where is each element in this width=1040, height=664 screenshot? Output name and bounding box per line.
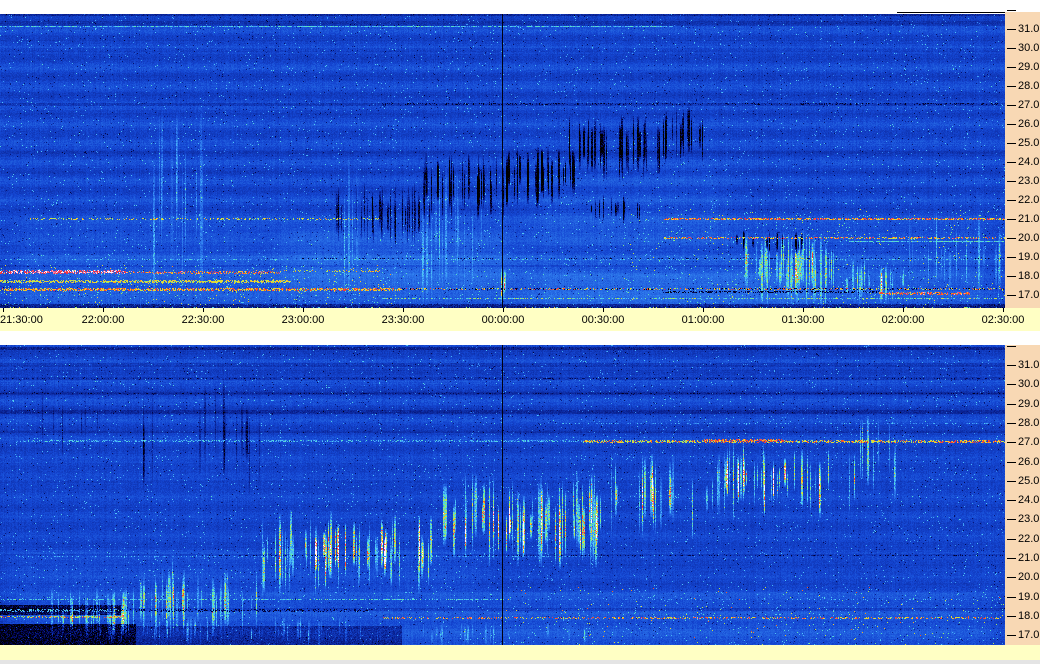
time-tick-label: 21:30:00 [0, 314, 43, 326]
freq-tick-label: 29.0 [1018, 61, 1040, 73]
freq-tick-label: 22.0 [1018, 194, 1040, 206]
time-tick-label: 01:30:00 [781, 314, 825, 326]
freq-tick [1007, 143, 1016, 144]
freq-tick [1007, 500, 1016, 501]
freq-tick [1007, 539, 1016, 540]
freq-tick [1007, 346, 1016, 347]
freq-tick [1007, 86, 1016, 87]
freq-tick [1007, 200, 1016, 201]
freq-tick-label: 30.0 [1018, 378, 1040, 390]
time-tick-label: 22:30:00 [181, 314, 225, 326]
time-tick-label: 01:00:00 [681, 314, 725, 326]
time-tick [203, 308, 204, 312]
freq-tick-label: 18.0 [1018, 270, 1040, 282]
freq-tick [1007, 577, 1016, 578]
freq-tick [1007, 295, 1016, 296]
freq-tick [1007, 384, 1016, 385]
freq-tick-label: 27.0 [1018, 99, 1040, 111]
freq-tick [1007, 48, 1016, 49]
freq-tick [1007, 105, 1016, 106]
freq-tick-label: 31.0 [1018, 359, 1040, 371]
freq-tick [1007, 462, 1016, 463]
freq-tick-label: 21.0 [1018, 552, 1040, 564]
freq-tick-label: 17.0 [1018, 289, 1040, 301]
freq-tick [1007, 616, 1016, 617]
footer-gray-strip [0, 660, 1040, 664]
frequency-axis-top: 31.0 30.0 29.0 28.0 27.0 26.0 25.0 24.0 23.0 22.0… [1005, 10, 1040, 308]
time-tick [903, 308, 904, 312]
freq-tick-label: 19.0 [1018, 591, 1040, 603]
freq-tick-label: 31.0 [1018, 23, 1040, 35]
freq-tick [1007, 67, 1016, 68]
freq-tick [1007, 29, 1016, 30]
freq-tick-label: 25.0 [1018, 475, 1040, 487]
freq-tick-label: 26.0 [1018, 456, 1040, 468]
freq-tick [1007, 558, 1016, 559]
spectrogram-top-rule [897, 12, 1016, 13]
frequency-axis-bottom: 31.0 30.0 29.0 28.0 27.0 26.0 25.0 24.0 23.0 22.0… [1005, 345, 1040, 645]
freq-tick [1007, 10, 1016, 11]
freq-tick [1007, 481, 1016, 482]
time-tick [503, 308, 504, 312]
freq-tick [1007, 124, 1016, 125]
freq-tick [1007, 635, 1016, 636]
time-tick-label: 23:00:00 [281, 314, 325, 326]
panel1-title: AJ4CO Observatory 07 Jul 2017 - DPS on T… [0, 0, 1040, 25]
time-tick-label: 00:30:00 [581, 314, 625, 326]
time-tick [1003, 308, 1004, 312]
time-tick [403, 308, 404, 312]
time-tick [3, 308, 4, 312]
freq-tick [1007, 365, 1016, 366]
freq-tick-label: 30.0 [1018, 42, 1040, 54]
bottom-time-strip [0, 645, 1040, 660]
freq-tick-label: 25.0 [1018, 137, 1040, 149]
spectrograph-window: AJ4CO Observatory 07 Jul 2017 - DPS on T… [0, 0, 1040, 664]
time-axis: 21:30:00 22:00:00 22:30:00 23:00:00 23:30:00… [0, 308, 1040, 331]
time-tick-label: 22:00:00 [81, 314, 125, 326]
time-tick [703, 308, 704, 312]
time-tick-label: 02:00:00 [881, 314, 925, 326]
spectrogram-lcp-rcp [0, 345, 1005, 645]
time-tick [603, 308, 604, 312]
freq-tick-label: 26.0 [1018, 118, 1040, 130]
freq-tick-label: 28.0 [1018, 80, 1040, 92]
spectrogram-rcp-lcp [0, 14, 1005, 308]
freq-tick [1007, 519, 1016, 520]
freq-tick-label: 20.0 [1018, 232, 1040, 244]
freq-tick [1007, 181, 1016, 182]
freq-tick [1007, 404, 1016, 405]
freq-tick-label: 21.0 [1018, 213, 1040, 225]
panel2-title: AJ4CO Observatory 07 Jul 2017 - DPS on T… [0, 331, 1040, 356]
freq-tick-label: 24.0 [1018, 156, 1040, 168]
freq-tick [1007, 257, 1016, 258]
freq-tick-label: 27.0 [1018, 436, 1040, 448]
freq-tick [1007, 219, 1016, 220]
freq-tick-label: 29.0 [1018, 398, 1040, 410]
time-tick [103, 308, 104, 312]
freq-tick [1007, 597, 1016, 598]
freq-tick [1007, 162, 1016, 163]
freq-tick-label: 23.0 [1018, 175, 1040, 187]
time-tick [303, 308, 304, 312]
freq-tick-label: 22.0 [1018, 533, 1040, 545]
freq-tick [1007, 442, 1016, 443]
freq-tick-label: 19.0 [1018, 251, 1040, 263]
freq-tick-label: 17.0 [1018, 629, 1040, 641]
freq-tick-label: 20.0 [1018, 571, 1040, 583]
freq-tick-label: 18.0 [1018, 610, 1040, 622]
freq-tick-label: 23.0 [1018, 513, 1040, 525]
freq-tick-label: 24.0 [1018, 494, 1040, 506]
freq-tick [1007, 276, 1016, 277]
time-tick [803, 308, 804, 312]
freq-tick [1007, 238, 1016, 239]
time-tick-label: 02:30:00 [981, 314, 1025, 326]
time-tick-label: 23:30:00 [381, 314, 425, 326]
freq-tick [1007, 423, 1016, 424]
time-tick-label: 00:00:00 [481, 314, 525, 326]
freq-tick-label: 28.0 [1018, 417, 1040, 429]
